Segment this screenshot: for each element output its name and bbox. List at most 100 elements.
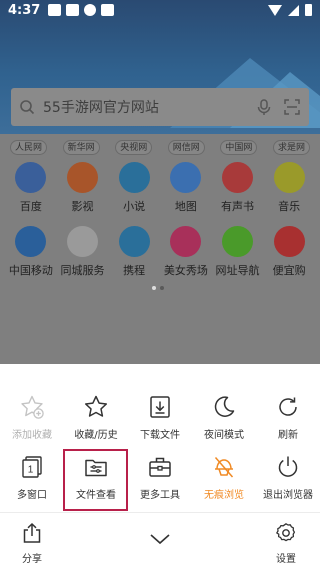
menu-row-2: 1 多窗口 文件查看 更多工具 无痕浏览 退出浏览器	[0, 454, 320, 501]
microphone-icon[interactable]	[255, 98, 273, 116]
app-label: 音乐	[278, 200, 301, 213]
menu-row-1: 添加收藏 收藏/历史 下载文件 夜间模式 刷新	[0, 394, 320, 441]
app-label: 中国移动	[8, 264, 53, 277]
incognito-button[interactable]: 无痕浏览	[192, 454, 256, 501]
app-label: 影视	[71, 200, 94, 213]
folder-icon	[85, 459, 107, 477]
site-chip[interactable]: 网信网	[167, 140, 205, 155]
browser-menu-sheet: 添加收藏 收藏/历史 下载文件 夜间模式 刷新 1 多窗口 文件查看 更多工具 …	[0, 364, 320, 568]
power-icon	[278, 456, 298, 477]
exit-browser-button[interactable]: 退出浏览器	[256, 454, 320, 501]
scan-icon[interactable]	[283, 98, 301, 116]
collapse-menu-button[interactable]	[145, 532, 175, 546]
app-shortcut-live-show[interactable]: 美女秀场	[160, 226, 212, 278]
app-shortcut-china-mobile[interactable]: 中国移动	[5, 226, 57, 278]
menu-bottom-bar: 分享 设置	[0, 518, 320, 566]
app-label: 地图	[174, 200, 197, 213]
page-dot	[152, 286, 156, 290]
app-shortcut-cheap-buy[interactable]: 便宜购	[263, 226, 315, 278]
app-shortcut-local-service[interactable]: 同城服务	[57, 226, 109, 278]
share-icon	[23, 522, 41, 543]
share-label: 分享	[22, 554, 42, 565]
app-shortcut-music[interactable]: 音乐	[263, 162, 315, 214]
site-chip[interactable]: 央视网	[115, 140, 153, 155]
more-tools-button[interactable]: 更多工具	[128, 454, 192, 501]
bookmarks-history-label: 收藏/历史	[74, 430, 118, 441]
incognito-label: 无痕浏览	[204, 490, 244, 501]
windows-icon: 1	[22, 456, 42, 478]
page-dot	[160, 286, 164, 290]
settings-button[interactable]: 设置	[256, 522, 316, 565]
multi-window-button[interactable]: 1 多窗口	[0, 454, 64, 501]
site-chip-row: 人民网 新华网 央视网 网信网 中国网 求是网	[10, 140, 310, 155]
toolbox-icon	[149, 457, 171, 477]
moon-icon	[214, 396, 235, 417]
app-shortcut-url-nav[interactable]: 网址导航	[212, 226, 264, 278]
site-chip[interactable]: 新华网	[62, 140, 100, 155]
app-label: 百度	[19, 200, 42, 213]
app-shortcut-baidu[interactable]: 百度	[5, 162, 57, 214]
app-label: 携程	[123, 264, 146, 277]
app-shortcut-ctrip[interactable]: 携程	[108, 226, 160, 278]
notification-icon	[48, 4, 62, 16]
add-bookmark-button[interactable]: 添加收藏	[0, 394, 64, 441]
search-icon	[20, 100, 35, 115]
app-label: 同城服务	[60, 264, 105, 277]
download-files-button[interactable]: 下载文件	[128, 394, 192, 441]
notification-icon	[66, 4, 80, 16]
menu-divider	[0, 512, 320, 513]
page-indicator	[152, 286, 164, 290]
app-label: 有声书	[220, 200, 254, 213]
more-tools-label: 更多工具	[140, 490, 180, 501]
app-label: 网址导航	[215, 264, 260, 277]
site-chip[interactable]: 人民网	[10, 140, 48, 155]
app-shortcut-grid: 百度 影视 小说 地图 有声书 音乐 中国移动 同城服务 携程 美女秀场 网址导…	[5, 162, 315, 278]
download-icon	[150, 396, 170, 418]
heart-icon	[273, 226, 305, 257]
play-icon	[170, 226, 202, 257]
refresh-button[interactable]: 刷新	[256, 394, 320, 441]
download-files-label: 下载文件	[140, 430, 180, 441]
app-shortcut-novel[interactable]: 小说	[108, 162, 160, 214]
58-icon	[66, 226, 98, 257]
refresh-label: 刷新	[278, 430, 298, 441]
night-mode-button[interactable]: 夜间模式	[192, 394, 256, 441]
notification-icon	[84, 4, 97, 16]
map-icon	[170, 162, 202, 193]
bookmarks-history-button[interactable]: 收藏/历史	[64, 394, 128, 441]
status-bar: 4:37	[0, 0, 320, 20]
dolphin-icon	[118, 226, 150, 257]
book-icon	[118, 162, 150, 193]
gear-icon	[276, 523, 296, 542]
audiobook-icon	[221, 162, 253, 193]
music-icon	[273, 162, 305, 193]
file-viewer-label: 文件查看	[76, 490, 116, 501]
search-placeholder: 55手游网官方网站	[43, 100, 159, 116]
battery-icon	[305, 4, 312, 16]
status-time: 4:37	[8, 2, 41, 18]
multi-window-label: 多窗口	[17, 490, 47, 501]
incognito-icon	[214, 457, 234, 478]
site-chip[interactable]: 中国网	[220, 140, 258, 155]
refresh-icon	[279, 397, 297, 416]
app-shortcut-map[interactable]: 地图	[160, 162, 212, 214]
app-label: 美女秀场	[163, 264, 208, 277]
file-viewer-button[interactable]: 文件查看	[64, 454, 128, 501]
settings-label: 设置	[276, 554, 296, 565]
app-shortcut-audiobook[interactable]: 有声书	[212, 162, 264, 214]
signal-icon	[288, 4, 299, 16]
paw-icon	[15, 162, 47, 193]
chevron-down-icon	[150, 534, 170, 545]
browser-home-background: 4:37 55手游网官方网站 人民网 新华网 央视网 网信网 中国网 求是网 百…	[0, 0, 320, 364]
site-chip[interactable]: 求是网	[272, 140, 310, 155]
search-bar[interactable]: 55手游网官方网站	[11, 88, 309, 126]
star-icon	[84, 395, 108, 417]
e-icon	[221, 226, 253, 257]
app-label: 小说	[123, 200, 146, 213]
share-button[interactable]: 分享	[2, 522, 62, 565]
add-bookmark-label: 添加收藏	[12, 430, 52, 441]
app-shortcut-video[interactable]: 影视	[57, 162, 109, 214]
home-content: 人民网 新华网 央视网 网信网 中国网 求是网 百度 影视 小说 地图 有声书 …	[0, 134, 320, 364]
china-mobile-icon	[15, 226, 47, 257]
app-label: 便宜购	[272, 264, 306, 277]
